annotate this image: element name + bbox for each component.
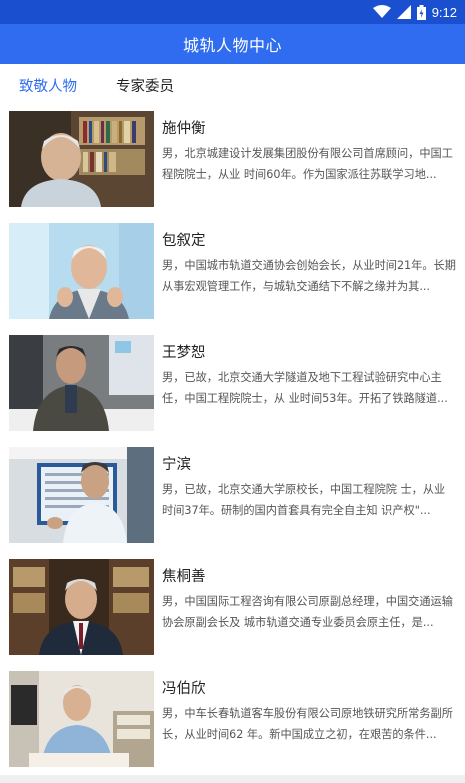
person-description: 男，中国国际工程咨询有限公司原副总经理，中国交通运输协会原副会长及 城市轨道交通…	[162, 595, 453, 629]
cell-signal-icon	[396, 5, 411, 19]
person-name: 包叙定	[162, 233, 206, 249]
person-description: 男，中国城市轨道交通协会创始会长，从业时间21年。长期从事宏观管理工作，与城轨交…	[162, 259, 456, 293]
tab-experts[interactable]: 专家委员	[116, 75, 174, 96]
person-photo	[9, 559, 154, 655]
person-name: 焦桐善	[162, 569, 206, 585]
clock-text: 9:12	[431, 4, 457, 20]
person-description: 男，已故，北京交通大学原校长，中国工程院院 士，从业时间37年。研制的国内首套具…	[162, 483, 446, 517]
person-description: 男，北京城建设计发展集团股份有限公司首席顾问，中国工程院院士，从业 时间60年。…	[162, 147, 453, 181]
list-item[interactable]: 宁滨 男，已故，北京交通大学原校长，中国工程院院 士，从业时间37年。研制的国内…	[0, 444, 465, 544]
list-item[interactable]: 冯伯欣 男，中车长春轨道客车股份有限公司原地铁研究所常务副所长，从业时间62 年…	[0, 668, 465, 768]
person-photo	[9, 671, 154, 767]
person-photo	[9, 111, 154, 207]
person-name: 冯伯欣	[162, 681, 206, 697]
battery-icon	[416, 4, 426, 20]
person-name: 施仲衡	[162, 121, 206, 137]
status-icons: 9:12	[372, 3, 457, 21]
person-photo	[9, 223, 154, 319]
person-photo	[9, 447, 154, 543]
bottom-divider	[0, 775, 465, 783]
status-bar: 9:12	[0, 0, 465, 24]
app-bar: 城轨人物中心	[0, 24, 465, 64]
wifi-icon	[372, 5, 391, 19]
page-title: 城轨人物中心	[182, 36, 282, 55]
list-item[interactable]: 施仲衡 男，北京城建设计发展集团股份有限公司首席顾问，中国工程院院士，从业 时间…	[0, 108, 465, 208]
tab-bar: 致敬人物 专家委员	[0, 64, 465, 106]
person-photo	[9, 335, 154, 431]
list-item[interactable]: 焦桐善 男，中国国际工程咨询有限公司原副总经理，中国交通运输协会原副会长及 城市…	[0, 556, 465, 656]
person-name: 宁滨	[162, 457, 191, 473]
person-description: 男，已故，北京交通大学隧道及地下工程试验研究中心主任，中国工程院院士，从 业时间…	[162, 371, 448, 405]
list-item[interactable]: 包叙定 男，中国城市轨道交通协会创始会长，从业时间21年。长期从事宏观管理工作，…	[0, 220, 465, 320]
list-item[interactable]: 王梦恕 男，已故，北京交通大学隧道及地下工程试验研究中心主任，中国工程院院士，从…	[0, 332, 465, 432]
tab-tributes[interactable]: 致敬人物	[19, 75, 77, 96]
person-description: 男，中车长春轨道客车股份有限公司原地铁研究所常务副所长，从业时间62 年。新中国…	[162, 707, 453, 741]
person-name: 王梦恕	[162, 345, 206, 361]
